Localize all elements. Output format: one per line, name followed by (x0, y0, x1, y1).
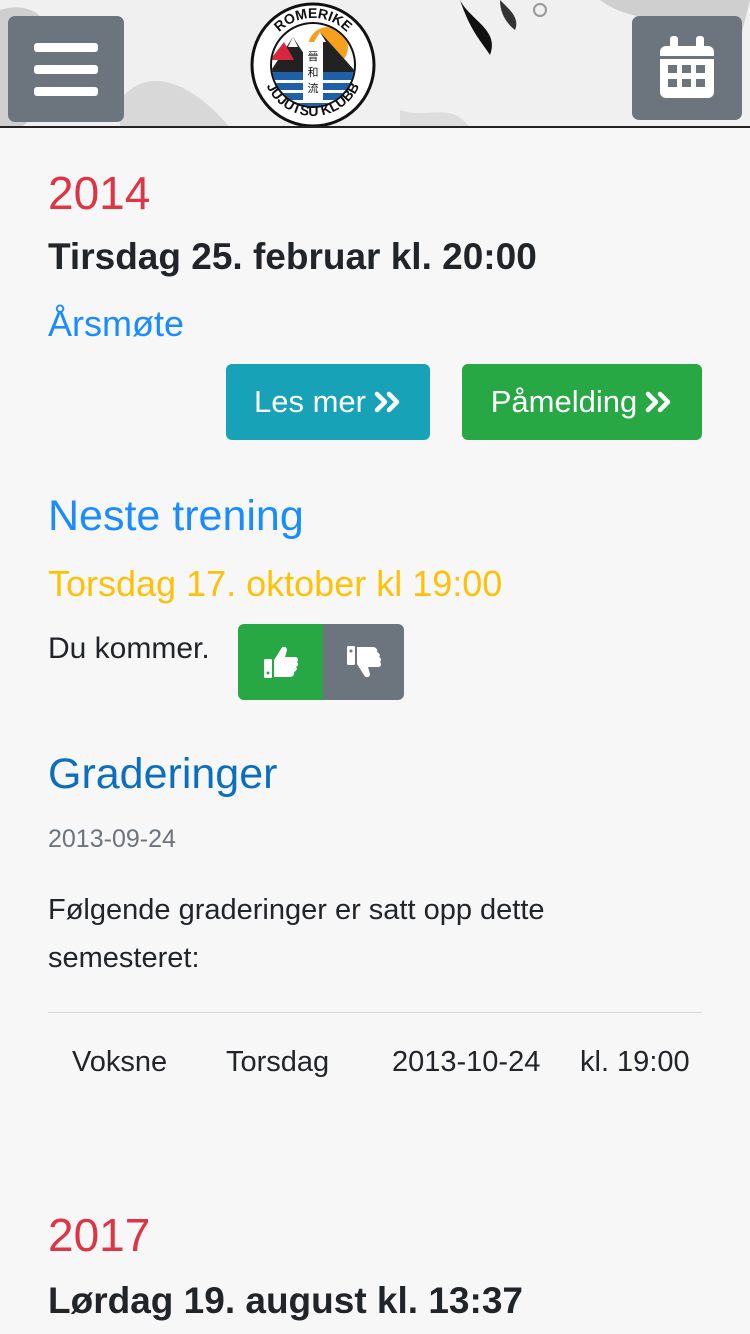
menu-bar (34, 64, 98, 74)
read-more-button[interactable]: Les mer (226, 364, 430, 440)
next-training-date: Torsdag 17. oktober kl 19:00 (48, 563, 503, 604)
table-cell-group: Voksne (72, 1046, 168, 1078)
graderinger-date: 2013-09-24 (48, 825, 176, 853)
register-label: Påmelding (490, 384, 638, 419)
calendar-icon (660, 36, 714, 98)
menu-bar (34, 86, 98, 96)
table-cell-time: kl. 19:00 (580, 1046, 690, 1078)
event-date: Lørdag 19. august kl. 13:37 (48, 1280, 523, 1321)
graderinger-text: Følgende graderinger er satt opp dette s… (48, 894, 545, 974)
attendance-status: Du kommer. (48, 632, 210, 665)
attend-yes-button[interactable] (238, 624, 323, 700)
thumbs-up-icon (263, 646, 298, 678)
logo-kanji-2: 和 (308, 66, 319, 79)
event-date: Tirsdag 25. februar kl. 20:00 (48, 236, 537, 277)
register-button[interactable]: Påmelding (462, 364, 702, 440)
attend-no-button[interactable] (323, 624, 404, 700)
graderinger-heading[interactable]: Graderinger (48, 750, 277, 799)
thumbs-down-icon (346, 646, 381, 678)
logo-kanji-1: 晉 (308, 50, 319, 63)
event-year: 2014 (48, 167, 151, 219)
calendar-button[interactable] (632, 16, 742, 120)
next-training-heading[interactable]: Neste trening (48, 492, 304, 541)
event-year: 2017 (48, 1209, 151, 1261)
table-cell-date: 2013-10-24 (392, 1046, 541, 1078)
table-cell-day: Torsdag (226, 1046, 330, 1078)
menu-button[interactable] (8, 16, 124, 122)
attendance-toggle (238, 624, 404, 700)
table-divider (48, 1012, 702, 1013)
double-chevron-right-icon (374, 391, 400, 413)
read-more-label: Les mer (254, 384, 366, 419)
menu-bar (34, 42, 98, 52)
club-logo[interactable]: 晉 和 流 ROMERIKE JUJUTSU KLUBB (248, 2, 378, 128)
header: 晉 和 流 ROMERIKE JUJUTSU KLUBB (0, 0, 750, 128)
logo-kanji-3: 流 (308, 81, 319, 95)
event-title-link[interactable]: Årsmøte (48, 303, 184, 345)
double-chevron-right-icon (645, 391, 671, 413)
